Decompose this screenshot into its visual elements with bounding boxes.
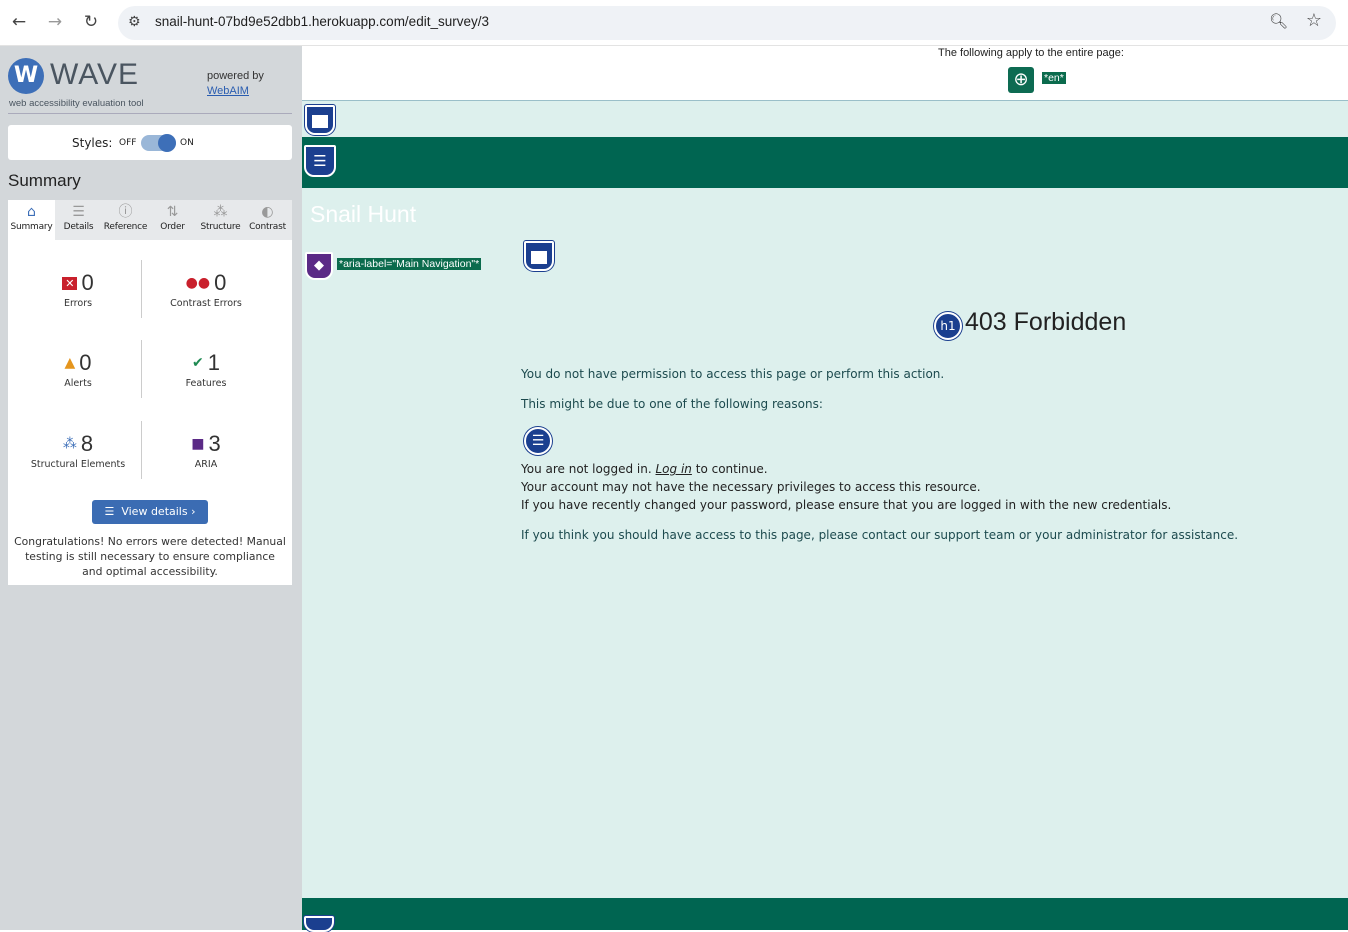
congrats-message: Congratulations! No errors were detected… — [14, 535, 286, 578]
bookmark-star-icon[interactable]: ☆ — [1306, 10, 1322, 31]
error-icon: ✕ — [62, 277, 78, 290]
alerts-count: 0 — [79, 350, 92, 375]
back-arrow-icon[interactable]: ← — [8, 11, 30, 33]
tab-label: Contrast — [249, 222, 286, 232]
wave-tabs: ⌂ Summary ☰ Details ⓘ Reference ⇅ Order … — [8, 200, 292, 240]
errors-label: Errors — [63, 298, 93, 309]
contrast-icon: ◐ — [261, 204, 274, 220]
tab-summary[interactable]: ⌂ Summary — [8, 200, 55, 240]
address-bar[interactable]: ⚙ snail-hunt-07bd9e52dbb1.herokuapp.com/… — [118, 6, 1336, 40]
list-icon: ☰ — [104, 505, 122, 518]
paragraph-permission: You do not have permission to access thi… — [521, 367, 945, 381]
tab-details[interactable]: ☰ Details — [55, 200, 102, 240]
list-item: You are not logged in. Log in to continu… — [521, 462, 768, 476]
contrast-error-icon: ●● — [185, 275, 211, 291]
structure-icon: ⁂ — [62, 436, 77, 452]
order-icon: ⇅ — [166, 204, 179, 220]
aria-label: ARIA — [194, 459, 218, 470]
contrast-errors-count: 0 — [214, 270, 227, 295]
wave-logo-icon: W — [8, 58, 44, 94]
wave-tagline: web accessibility evaluation tool — [9, 98, 144, 109]
features-stat[interactable]: ✔ 1 Features — [141, 350, 271, 389]
navigation-region-icon[interactable]: ☰ — [304, 145, 336, 177]
info-icon: ⓘ — [118, 204, 133, 220]
tab-contrast[interactable]: ◐ Contrast — [244, 200, 291, 240]
list-item-text: to continue. — [695, 462, 768, 476]
divider — [8, 113, 292, 114]
tab-label: Structure — [200, 222, 241, 232]
aria-icon: ■ — [191, 436, 205, 452]
powered-by-label: powered by — [207, 70, 264, 82]
tab-label: Order — [160, 222, 185, 232]
aria-label-badge[interactable]: *aria-label="Main Navigation"* — [337, 258, 482, 270]
alerts-stat[interactable]: ▲ 0 Alerts — [13, 350, 143, 389]
paragraph-contact: If you think you should have access to t… — [521, 528, 1239, 542]
list-item-text: You are not logged in. — [521, 462, 652, 476]
home-icon: ⌂ — [27, 204, 36, 220]
forward-arrow-icon[interactable]: → — [44, 11, 66, 33]
paragraph-reasons: This might be due to one of the followin… — [521, 397, 823, 411]
unordered-list-icon[interactable]: ☰ — [524, 427, 552, 455]
styles-toggle-box: Styles: OFF ON — [8, 125, 292, 160]
applies-text: The following apply to the entire page: — [938, 47, 1124, 59]
contrast-errors-stat[interactable]: ●● 0 Contrast Errors — [141, 270, 271, 309]
site-header-band: ☰ — [302, 137, 1348, 188]
language-badge[interactable]: *en* — [1042, 72, 1066, 84]
wave-sidebar: W WAVE web accessibility evaluation tool… — [0, 46, 302, 930]
summary-panel: ✕ 0 Errors ●● 0 Contrast Errors ▲ 0 Alerts … — [8, 240, 292, 585]
tab-label: Reference — [103, 222, 148, 232]
page-heading: 403 Forbidden — [965, 308, 1127, 336]
page-level-icons-bar: The following apply to the entire page: … — [302, 46, 1348, 101]
aria-count: 3 — [208, 431, 221, 456]
structural-count: 8 — [80, 431, 94, 456]
alert-icon: ▲ — [64, 355, 76, 371]
tab-structure[interactable]: ⁂ Structure — [197, 200, 244, 240]
styles-label: Styles: — [72, 136, 113, 150]
feature-check-icon: ✔ — [192, 355, 204, 371]
site-info-icon[interactable]: ⚙ — [128, 14, 141, 30]
tab-label: Details — [63, 222, 94, 232]
h1-icon[interactable]: h1 — [934, 312, 962, 340]
structure-icon: ⁂ — [213, 204, 228, 220]
footer-band — [302, 898, 1348, 932]
styles-toggle[interactable] — [141, 134, 176, 152]
tab-label: Summary — [10, 222, 53, 232]
tab-order[interactable]: ⇅ Order — [149, 200, 196, 240]
webaim-link[interactable]: WebAIM — [207, 85, 249, 97]
toggle-knob — [158, 134, 176, 152]
site-title[interactable]: Snail Hunt — [310, 201, 416, 228]
list-item: If you have recently changed your passwo… — [521, 498, 1172, 512]
contrast-errors-label: Contrast Errors — [170, 298, 242, 309]
browser-toolbar: ← → ↻ ⚙ snail-hunt-07bd9e52dbb1.herokuap… — [0, 0, 1348, 46]
list-item: Your account may not have the necessary … — [521, 480, 981, 494]
features-label: Features — [185, 378, 227, 389]
log-in-link[interactable]: Log in — [656, 462, 692, 476]
view-details-button[interactable]: ☰ View details › — [92, 500, 208, 524]
styles-on-label: ON — [180, 138, 194, 148]
alerts-label: Alerts — [64, 378, 92, 389]
wave-logo-text: WAVE — [50, 58, 140, 91]
features-count: 1 — [207, 350, 220, 375]
aria-label-tag-icon[interactable]: ◆ — [305, 252, 333, 280]
view-details-label: View details › — [121, 505, 196, 518]
tab-reference[interactable]: ⓘ Reference — [102, 200, 149, 240]
page-content: The following apply to the entire page: … — [302, 46, 1348, 932]
header-region-icon[interactable] — [305, 105, 335, 135]
summary-title: Summary — [8, 171, 81, 190]
list-icon: ☰ — [72, 204, 85, 220]
language-globe-icon[interactable]: ⊕ — [1008, 67, 1034, 93]
reload-icon[interactable]: ↻ — [80, 11, 102, 33]
main-region-icon[interactable] — [524, 241, 554, 271]
errors-stat[interactable]: ✕ 0 Errors — [13, 270, 143, 309]
aria-stat[interactable]: ■ 3 ARIA — [141, 431, 271, 470]
structural-stat[interactable]: ⁂ 8 Structural Elements — [13, 431, 143, 470]
styles-off-label: OFF — [119, 138, 137, 148]
url-text[interactable]: snail-hunt-07bd9e52dbb1.herokuapp.com/ed… — [155, 14, 489, 29]
errors-count: 0 — [81, 270, 94, 295]
structural-label: Structural Elements — [30, 459, 126, 470]
zoom-icon[interactable]: 🔍︎ — [1269, 12, 1288, 30]
